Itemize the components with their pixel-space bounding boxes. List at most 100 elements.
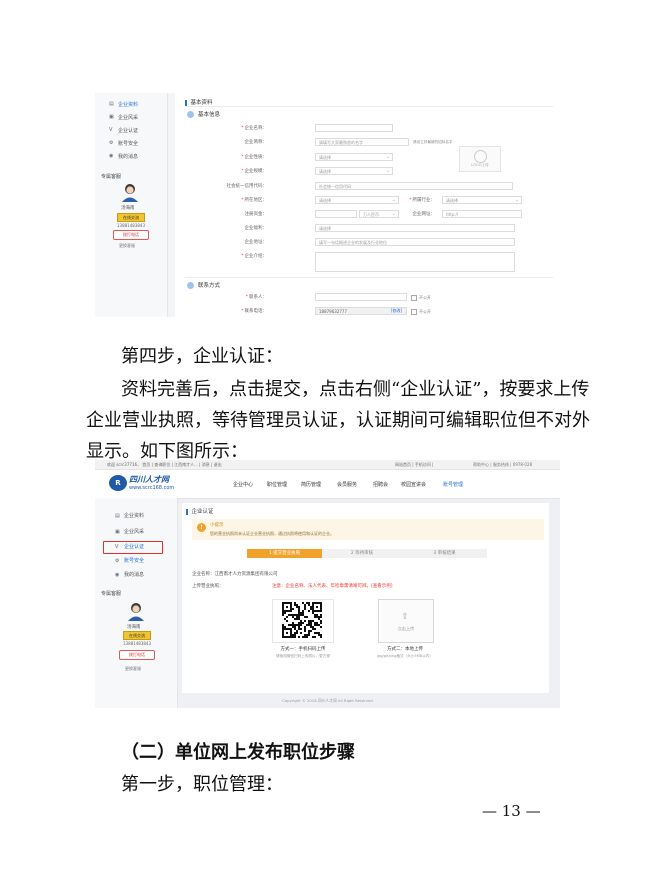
qr-module [310, 608, 312, 610]
logo-upload[interactable]: LOGO上传 [459, 146, 501, 172]
nav-resume-management[interactable]: 简历管理 [301, 481, 321, 488]
sidebar-item-company-style[interactable]: ▣ 企业风采 [115, 528, 144, 536]
brand-logo[interactable]: R [109, 475, 127, 491]
qr-module [290, 628, 292, 630]
qr-module [312, 636, 314, 638]
sidebar-item-messages[interactable]: ◉ 我的消息 [109, 153, 138, 161]
qr-module [296, 632, 298, 634]
qr-module [308, 602, 310, 604]
qr-module [298, 612, 300, 614]
qr-module [286, 602, 288, 604]
qr-module [320, 602, 322, 604]
qr-module [282, 608, 284, 610]
qr-module [308, 604, 310, 606]
qr-module [294, 636, 296, 638]
body-line: 资料完善后，点击提交，点击右侧“企业认证”，按要求上传 [121, 379, 590, 400]
qr-module [294, 628, 296, 630]
sidebar-item-verification[interactable]: V 企业认证 [109, 127, 138, 135]
nav-job-fair[interactable]: 招聘会 [373, 481, 388, 488]
body-line: 企业营业执照，等待管理员认证，认证期间可编辑职位但不对外 [86, 410, 590, 431]
nav-campus-talk[interactable]: 校园宣讲会 [401, 481, 426, 488]
qr-module [306, 624, 308, 626]
intro-textarea[interactable] [315, 252, 515, 272]
company-short-label: 企业简称： [244, 140, 268, 145]
qr-module [282, 636, 284, 638]
sidebar-item-company-style[interactable]: ▣ 企业风采 [109, 114, 138, 122]
notice-banner: ! 小提示 您的营业执照尚未认证企业营业执照，通过执照将使用和认证的企业。 [192, 519, 544, 540]
company-name-input[interactable] [315, 124, 393, 132]
industry-select[interactable]: 请选择 [442, 196, 522, 204]
qq-chat-button[interactable]: 在线交流 [123, 631, 151, 640]
qr-module [284, 628, 286, 630]
qr-code-icon[interactable] [282, 602, 322, 638]
nav-company-center[interactable]: 企业中心 [233, 481, 253, 488]
scale-select[interactable]: 请选择 [315, 167, 393, 175]
change-service-link[interactable]: 更换客服 [119, 243, 135, 249]
qr-module [308, 624, 310, 626]
address-input[interactable]: 填写一句话概述企业的发展及行业地位 [315, 238, 515, 246]
qr-module [318, 634, 320, 636]
qr-module [320, 616, 322, 618]
qr-module [294, 632, 296, 634]
capital-input[interactable] [315, 210, 357, 218]
qr-module [288, 624, 290, 626]
method-mobile-sub: 请使用微信扫码上传照片，更方便 [276, 654, 330, 658]
site-header: R 四川人才网 www.scrc168.com 企业中心 职位管理 简历管理 会… [95, 470, 560, 499]
sidebar-item-security[interactable]: ⚙ 账号安全 [115, 557, 144, 565]
qr-module [318, 602, 320, 604]
qr-module [282, 632, 284, 634]
nav-member-service[interactable]: 会员服务 [337, 481, 357, 488]
qq-chat-button[interactable]: 在线交流 [117, 213, 145, 222]
credit-input[interactable]: 社会统一信用代码 [315, 182, 513, 190]
qr-module [282, 628, 284, 630]
public-checkbox[interactable]: 不公开 [411, 309, 431, 315]
nav-account-management[interactable]: 账号管理 [443, 481, 463, 488]
local-upload-box[interactable]: ⇪ 点击上传 [378, 599, 434, 643]
company-name: 企业名称：江西南才人力资源集团有限公司 [192, 572, 278, 577]
nature-select[interactable]: 请选择 [315, 153, 393, 161]
sidebar-item-company-info[interactable]: ▤ 企业资料 [115, 512, 144, 520]
nav-job-management[interactable]: 职位管理 [267, 481, 287, 488]
license-note[interactable]: 注意：企业名称、法人代表、年检章需清晰可辨。[查看示例] [272, 583, 393, 589]
top-bar-left[interactable]: 欢迎 scrc37716， 首页 | 查询职位 | 江西南才人... | 消息 … [107, 462, 222, 468]
credit-label: 社会统一信用代码： [226, 184, 268, 189]
sidebar-item-company-info[interactable]: ▤ 企业资料 [109, 101, 138, 109]
qr-module [292, 626, 294, 628]
qr-module [298, 608, 300, 610]
qr-module [304, 634, 306, 636]
qr-module [302, 602, 304, 604]
dial-button[interactable]: 拨打电话 [119, 650, 155, 660]
website-input[interactable]: http:// [442, 210, 522, 218]
contact-person-input[interactable] [315, 293, 407, 301]
license-label: 上传营业执照： [192, 584, 224, 589]
qr-module [316, 606, 318, 608]
qr-module [290, 604, 292, 606]
qr-module [310, 620, 312, 622]
qr-module [312, 628, 314, 630]
modify-link[interactable]: [修改] [391, 308, 402, 314]
qr-module [304, 604, 306, 606]
qr-module [302, 610, 304, 612]
qr-module [286, 620, 288, 622]
public-checkbox[interactable]: 不公开 [411, 295, 431, 301]
qr-module [316, 624, 318, 626]
qr-module [298, 636, 300, 638]
qr-module [314, 614, 316, 616]
dial-button[interactable]: 拨打电话 [113, 230, 149, 240]
company-short-input[interactable]: 请填写大家最熟悉的名字 [315, 138, 409, 146]
top-bar-right[interactable]: 帮助中心 | 服务热线 | 0978-028 [473, 462, 532, 468]
qr-module [316, 622, 318, 624]
change-service-link[interactable]: 更换客服 [125, 666, 141, 672]
sidebar-item-messages[interactable]: ◉ 我的消息 [115, 571, 144, 579]
qr-module [300, 612, 302, 614]
qr-module [298, 628, 300, 630]
qr-module [300, 628, 302, 630]
qr-module [320, 634, 322, 636]
welfare-select[interactable]: 请选择 [315, 224, 515, 232]
website-label: 企业网址： [412, 212, 436, 217]
qr-module [314, 610, 316, 612]
top-bar-mid[interactable]: 网站首页 | 手机访问 | [395, 462, 434, 468]
sidebar-item-security[interactable]: ⚙ 账号安全 [109, 140, 138, 148]
qr-module [294, 634, 296, 636]
qr-module [304, 606, 306, 608]
